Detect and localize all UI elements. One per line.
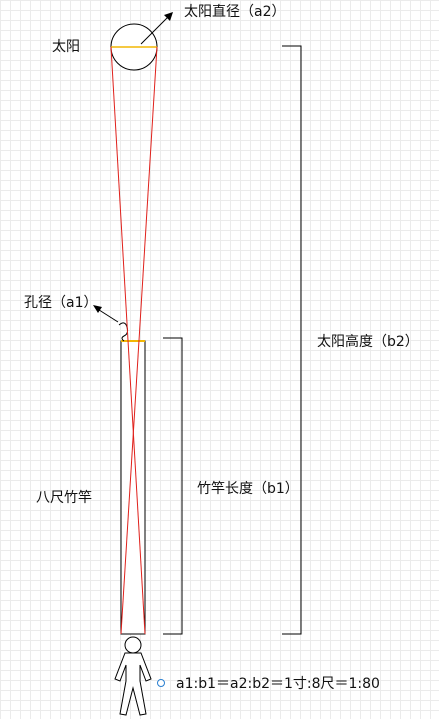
ratio-formula: a1:b1＝a2:b2＝1寸:8尺＝1:80 <box>176 676 380 692</box>
sun-height-bracket <box>282 45 302 635</box>
pole-length-bracket <box>163 337 183 635</box>
pinhole-diagram <box>93 12 302 716</box>
sun-diameter-label: 太阳直径（a2） <box>184 4 286 20</box>
ratio-bullet <box>157 679 165 687</box>
bamboo-pole <box>120 340 146 635</box>
pole-label: 八尺竹竿 <box>36 490 92 506</box>
person-figure <box>114 636 152 716</box>
sun-height-label: 太阳高度（b2） <box>317 334 419 350</box>
sun-label: 太阳 <box>52 39 80 55</box>
aperture-marker <box>118 322 129 342</box>
pole-length-label: 竹竿长度（b1） <box>197 481 299 497</box>
aperture-label: 孔径（a1） <box>24 295 98 311</box>
